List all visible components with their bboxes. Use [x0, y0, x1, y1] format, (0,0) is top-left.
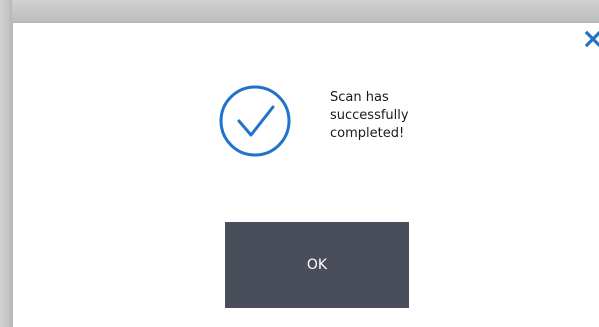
close-button[interactable]	[583, 29, 599, 51]
window-shadow-top	[0, 0, 599, 22]
message-line-2: successfully	[330, 108, 409, 123]
status-message: Scan has successfully completed!	[330, 89, 470, 143]
screen: Scan has successfully completed! OK	[0, 0, 599, 327]
check-circle-icon	[217, 83, 293, 159]
message-line-3: completed!	[330, 126, 405, 141]
message-line-1: Scan has	[330, 90, 389, 105]
window-shadow-left	[0, 0, 12, 327]
scan-complete-dialog: Scan has successfully completed! OK	[12, 22, 599, 327]
close-icon	[584, 30, 599, 48]
ok-button[interactable]: OK	[225, 222, 409, 308]
